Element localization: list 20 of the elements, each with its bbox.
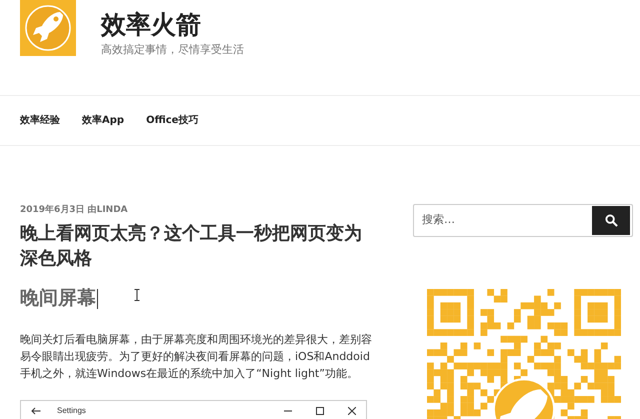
site-title[interactable]: 效率火箭 <box>101 10 244 40</box>
post-paragraph: 晚间关灯后看电脑屏幕，由于屏幕亮度和周围环境光的差异很大，差别容易令眼睛出现疲劳。为了更好的解决夜间看屏幕的问题，iOS和Anddoid手机之外，就连Windows在最近的系统中加入了“Night light”功能。 <box>20 332 373 382</box>
window-title: Settings <box>57 404 86 416</box>
post-author[interactable]: 由LINDA <box>88 204 128 218</box>
text-caret <box>97 288 98 308</box>
text-cursor-icon <box>134 288 140 300</box>
section-heading: 晚间屏幕 <box>20 286 96 312</box>
close-icon <box>348 406 356 414</box>
nav-link[interactable]: 效率经验 <box>20 113 60 128</box>
back-arrow-icon <box>31 406 41 414</box>
post-title: 晚上看网页太亮？这个工具一秒把网页变为深色风格 <box>20 222 363 270</box>
search-button[interactable] <box>592 206 630 235</box>
nav-link[interactable]: 效率App <box>82 113 124 128</box>
site-tagline: 高效搞定事情，尽情享受生活 <box>101 42 244 58</box>
search-field[interactable]: 搜索… <box>414 212 592 229</box>
nav-link[interactable]: Office技巧 <box>146 113 198 128</box>
search-icon <box>604 214 618 227</box>
maximize-icon <box>316 406 324 414</box>
search-form[interactable]: 搜索… <box>413 204 633 237</box>
post-date[interactable]: 2019年6月3日 <box>20 204 85 218</box>
